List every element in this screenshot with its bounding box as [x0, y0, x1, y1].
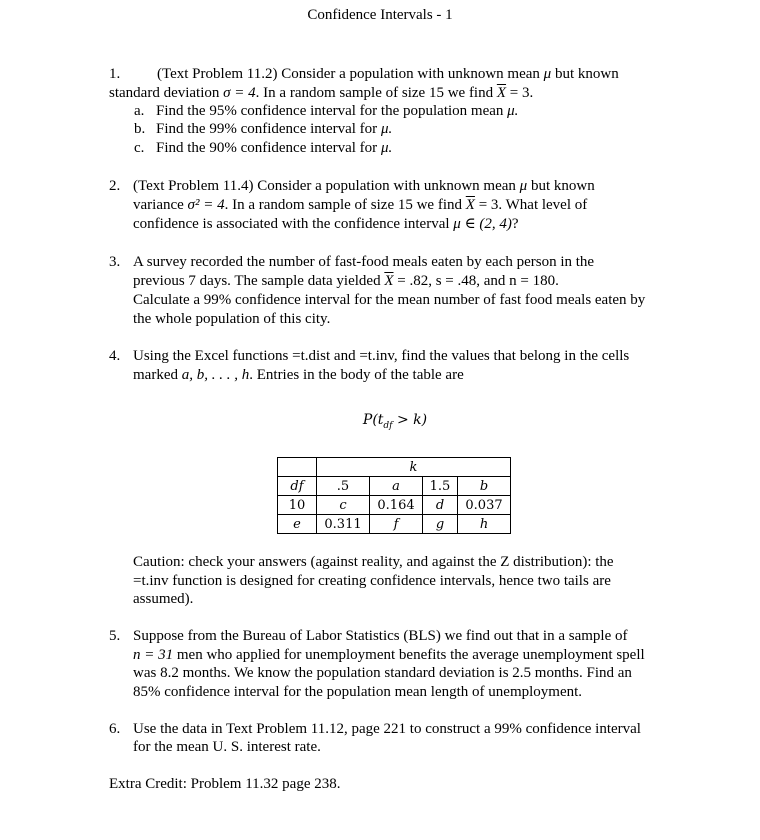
probability-formula: P(tdf > k) — [362, 412, 428, 431]
table-cell: 1.5 — [422, 476, 458, 496]
table-cell: f — [369, 514, 423, 534]
problem-3-line-1: 3. A survey recorded the number of fast-f… — [109, 254, 595, 270]
problem-5-line-3: was 8.2 months. We know the population s… — [133, 665, 632, 681]
table-header-row: k — [277, 457, 511, 477]
table-corner-cell — [277, 457, 317, 477]
problem-6-line-1: 6. Use the data in Text Problem 11.12, pa… — [109, 721, 641, 737]
table-cell: b — [457, 476, 511, 496]
table-cell: df — [277, 476, 317, 496]
table-header-k: k — [316, 457, 511, 477]
page-title: Confidence Intervals - 1 — [307, 7, 453, 23]
table-cell: 10 — [277, 495, 317, 515]
table-cell: g — [422, 514, 458, 534]
problem-2-line-3: confidence is associated with the confid… — [133, 216, 519, 232]
problem-6-line-2: for the mean U. S. interest rate. — [133, 739, 321, 755]
table-row: e 0.311 f g h — [277, 514, 511, 534]
problem-2-line-2: variance σ² = 4. In a random sample of s… — [133, 197, 588, 213]
table-row: df .5 a 1.5 b — [277, 476, 511, 496]
t-distribution-table: k df .5 a 1.5 b 10 c 0.164 d 0.037 e 0.3… — [277, 457, 511, 534]
problem-3-line-4: the whole population of this city. — [133, 311, 331, 327]
problem-number: 3. — [109, 254, 121, 270]
caution-line-1: Caution: check your answers (against rea… — [133, 554, 614, 570]
table-row: 10 c 0.164 d 0.037 — [277, 495, 511, 515]
caution-line-2: =t.inv function is designed for creating… — [133, 573, 611, 589]
problem-5-line-2: n = 31 men who applied for unemployment … — [133, 647, 645, 663]
problem-2-line-1: 2. (Text Problem 11.4) Consider a populat… — [109, 178, 595, 194]
problem-number: 5. — [109, 628, 121, 644]
problem-1-item-b: b. Find the 99% confidence interval for μ… — [134, 121, 393, 137]
table-cell: h — [457, 514, 511, 534]
table-cell: a — [369, 476, 423, 496]
problem-1-line-1: 1. (Text Problem 11.2) Consider a populat… — [109, 66, 619, 82]
problem-3-line-2: previous 7 days. The sample data yielded… — [133, 273, 559, 289]
table-cell: 0.164 — [369, 495, 423, 515]
problem-1-line-2: standard deviation σ = 4. In a random sa… — [109, 85, 534, 101]
problem-1-item-a: a. Find the 95% confidence interval for t… — [134, 103, 519, 119]
problem-4-line-1: 4. Using the Excel functions =t.dist and … — [109, 348, 630, 364]
extra-credit: Extra Credit: Problem 11.32 page 238. — [109, 776, 341, 792]
problem-number: 6. — [109, 721, 121, 737]
table-cell: 0.311 — [316, 514, 370, 534]
table-cell: .5 — [316, 476, 370, 496]
problem-3-line-3: Calculate a 99% confidence interval for … — [133, 292, 646, 308]
problem-number: 4. — [109, 348, 121, 364]
problem-4-line-2: marked a, b, . . . , h. Entries in the b… — [133, 367, 464, 383]
problem-number: 2. — [109, 178, 121, 194]
table-cell: 0.037 — [457, 495, 511, 515]
table-cell: d — [422, 495, 458, 515]
table-cell: c — [316, 495, 370, 515]
problem-5-line-1: 5. Suppose from the Bureau of Labor Stati… — [109, 628, 628, 644]
table-cell: e — [277, 514, 317, 534]
problem-number: 1. — [109, 66, 121, 82]
problem-1-item-c: c. Find the 90% confidence interval for μ… — [134, 140, 393, 156]
caution-line-3: assumed). — [133, 591, 194, 607]
problem-5-line-4: 85% confidence interval for the populati… — [133, 684, 583, 700]
